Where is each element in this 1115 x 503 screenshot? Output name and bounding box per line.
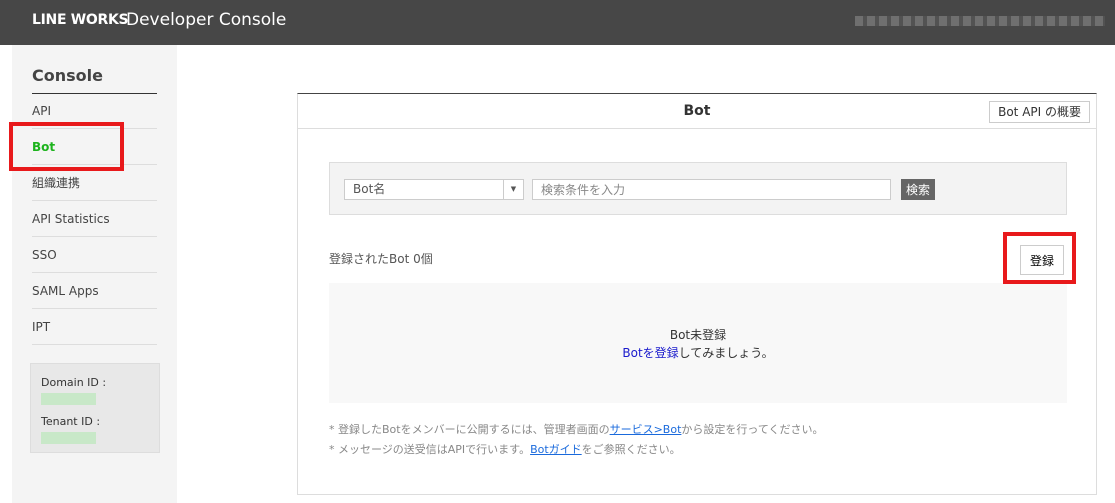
- empty-title: Bot未登録: [669, 328, 727, 342]
- panel-header: Bot Bot API の概要: [298, 94, 1096, 129]
- note-text: をご参照ください。: [581, 443, 681, 456]
- empty-state: Bot未登録 Botを登録してみましょう。: [329, 283, 1067, 403]
- tenant-id-value-blurred: [41, 432, 96, 444]
- panel-title: Bot: [683, 103, 711, 119]
- sidebar-item-ipt[interactable]: IPT: [32, 309, 157, 345]
- highlight-box: [1003, 232, 1076, 284]
- sidebar-item-saml-apps[interactable]: SAML Apps: [32, 273, 157, 309]
- user-info-blurred[interactable]: [855, 16, 1105, 26]
- sidebar-item-sso[interactable]: SSO: [32, 237, 157, 273]
- tenant-id-label: Tenant ID :: [41, 415, 101, 428]
- top-header: LINE WORKS Developer Console: [0, 0, 1115, 45]
- highlight-box: [9, 122, 124, 171]
- sidebar-item-api-statistics[interactable]: API Statistics: [32, 201, 157, 237]
- search-box: Bot名 ▼ 検索: [329, 162, 1067, 215]
- bot-api-overview-button[interactable]: Bot API の概要: [989, 101, 1090, 123]
- bot-panel: Bot Bot API の概要 Bot名▼ 検索 登録されたBot 0個 登録 …: [297, 93, 1097, 495]
- empty-text: してみましょう。: [678, 346, 774, 360]
- app-title: Developer Console: [126, 10, 287, 30]
- search-type-select[interactable]: Bot名 ▼: [344, 179, 524, 200]
- notes: * 登録したBotをメンバーに公開するには、管理者画面のサービス>Botから設定…: [329, 420, 824, 460]
- search-button[interactable]: 検索: [901, 179, 935, 200]
- bot-guide-link[interactable]: Botガイド: [530, 443, 582, 456]
- note-text: * メッセージの送受信はAPIで行います。: [329, 443, 531, 456]
- service-bot-link[interactable]: サービス>Bot: [610, 423, 682, 436]
- logo: LINE WORKS: [32, 12, 129, 28]
- domain-id-label: Domain ID :: [41, 376, 107, 389]
- select-value: Bot名: [353, 182, 386, 196]
- note-text: から設定を行ってください。: [681, 423, 824, 436]
- sidebar-title: Console: [32, 66, 103, 85]
- chevron-down-icon[interactable]: ▼: [503, 180, 523, 199]
- id-box: Domain ID : Tenant ID :: [30, 363, 160, 453]
- note-text: * 登録したBotをメンバーに公開するには、管理者画面の: [329, 423, 610, 436]
- register-bot-link[interactable]: Botを登録: [622, 346, 678, 360]
- search-input[interactable]: [532, 179, 891, 200]
- bot-count: 登録されたBot 0個: [329, 252, 433, 266]
- sidebar: Console API Bot 組織連携 API Statistics SSO …: [12, 45, 177, 503]
- domain-id-value-blurred: [41, 393, 96, 405]
